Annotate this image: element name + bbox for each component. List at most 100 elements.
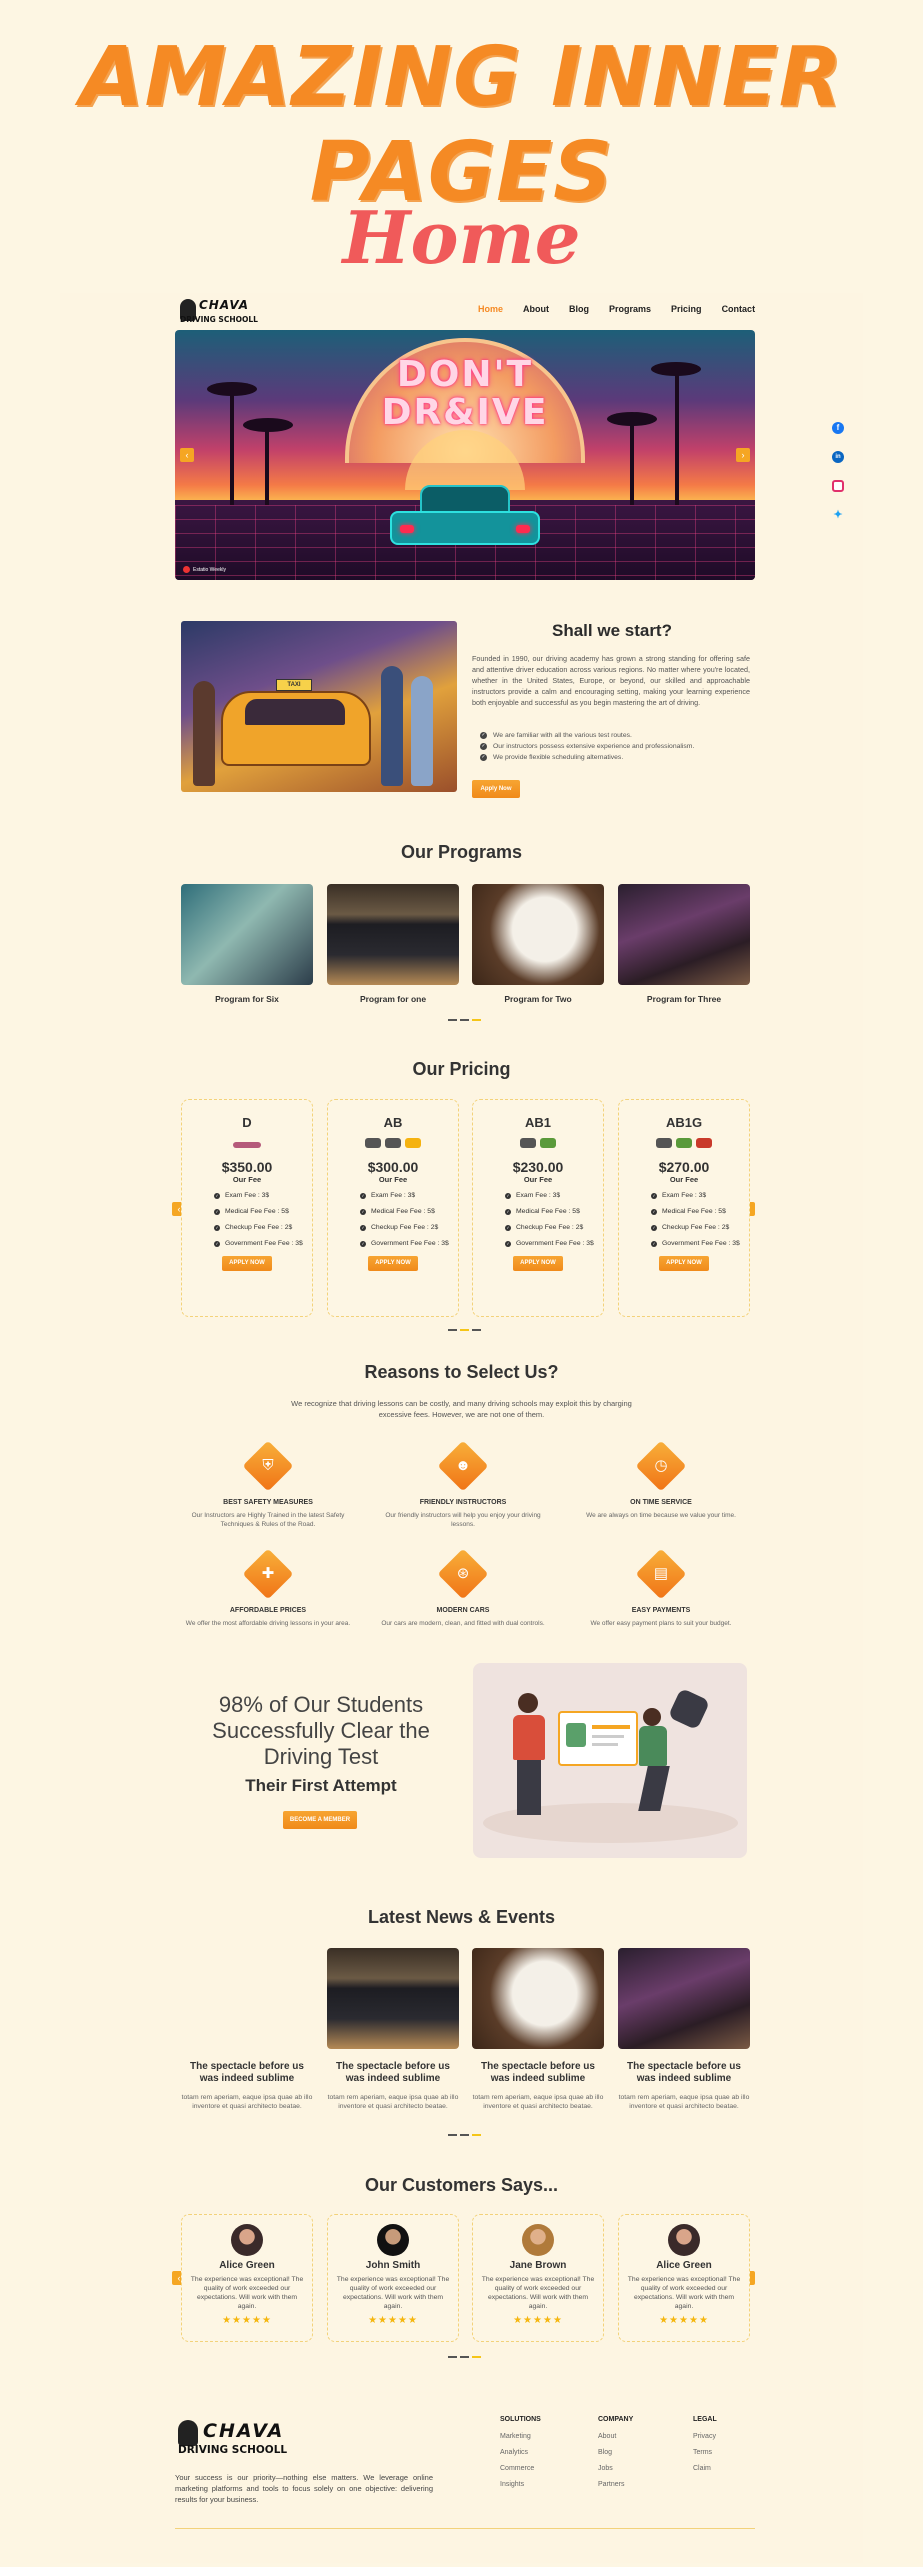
footer-column-title: SOLUTIONS [500, 2416, 541, 2423]
news-card[interactable]: The spectacle before us was indeed subli… [472, 1948, 604, 2111]
facebook-icon[interactable]: f [832, 422, 844, 434]
palm-tree [230, 390, 234, 505]
check-icon: ✓ [214, 1208, 220, 1215]
footer-logo[interactable]: CHAVA DRIVING SCHOOLL [178, 2420, 298, 2458]
program-label: Program for one [359, 994, 427, 1004]
news-image [327, 1948, 459, 2049]
vehicle-icons [182, 1138, 312, 1152]
hero-banner: DON'T DR&IVE ‹ › Estatio Weekly [175, 330, 755, 580]
footer-link[interactable]: Jobs [598, 2465, 633, 2472]
customer-name: John Smith [365, 2260, 421, 2271]
plan-items: ✓ Exam Fee : 3$ ✓ Medical Fee Fee : 5$ ✓ Ch… [214, 1192, 303, 1247]
news-image [618, 1948, 750, 2049]
apply-now-button[interactable]: Apply Now [472, 780, 520, 798]
check-icon: ✓ [360, 1208, 366, 1215]
footer-link[interactable]: Partners [598, 2481, 633, 2488]
promo-subtitle: Home [342, 195, 581, 280]
program-image [618, 884, 750, 985]
news-pagination[interactable] [448, 2134, 481, 2136]
testimonials-title: Our Customers Says... [364, 2175, 559, 2195]
footer-brand-name: CHAVA [203, 2420, 285, 2442]
nav-pricing[interactable]: Pricing [671, 304, 702, 314]
reason-title: AFFORDABLE PRICES [229, 1607, 307, 1614]
program-card[interactable]: Program for Three [618, 884, 750, 1004]
check-icon: ✓ [505, 1240, 511, 1247]
programs-title: Our Programs [400, 842, 523, 862]
nav-programs[interactable]: Programs [609, 304, 651, 314]
reason-text: We offer easy payment plans to suit your… [590, 1620, 732, 1627]
program-label: Program for Six [215, 994, 279, 1004]
plan-price: $230.00 [512, 1159, 564, 1175]
news-card[interactable]: The spectacle before us was indeed subli… [181, 1948, 313, 2111]
license-illustration [473, 1663, 747, 1858]
check-item: ✓ We provide flexible scheduling alternat… [480, 754, 624, 761]
apply-now-button[interactable]: APPLY NOW [368, 1256, 418, 1271]
nav-contact[interactable]: Contact [722, 304, 756, 314]
programs-pagination[interactable] [448, 1019, 481, 1021]
apply-now-button[interactable]: APPLY NOW [659, 1256, 709, 1271]
pricing-title: Our Pricing [412, 1059, 511, 1079]
vehicle-icons [619, 1138, 749, 1152]
reason-title: FRIENDLY INSTRUCTORS [419, 1499, 507, 1506]
key-fob-icon [667, 1687, 711, 1731]
pricing-card: AB1G $270.00 Our Fee ✓ Exam Fee : 3$ ✓ Med… [618, 1099, 750, 1317]
vehicle-icons [473, 1138, 603, 1152]
footer-link[interactable]: Blog [598, 2449, 633, 2456]
news-card[interactable]: The spectacle before us was indeed subli… [618, 1948, 750, 2111]
testimonial-text: The experience was exceptional! The qual… [481, 2276, 595, 2310]
check-icon: ✓ [480, 743, 487, 750]
footer-link[interactable]: Terms [693, 2449, 717, 2456]
hero-prev-arrow[interactable]: ‹ [180, 448, 194, 462]
driver-logo-icon [178, 2420, 198, 2446]
avatar [377, 2224, 409, 2256]
footer-text: Your success is our priority—nothing els… [175, 2473, 433, 2504]
testimonial-text: The experience was exceptional! The qual… [190, 2276, 304, 2310]
hero-next-arrow[interactable]: › [736, 448, 750, 462]
stats-subheadline: Their First Attempt [245, 1776, 397, 1795]
logo[interactable]: CHAVA DRIVING SCHOOLL [180, 297, 260, 329]
become-member-button[interactable]: BECOME A MEMBER [283, 1811, 357, 1829]
footer-link[interactable]: Commerce [500, 2465, 541, 2472]
instagram-icon[interactable] [832, 480, 844, 492]
footer-link[interactable]: Insights [500, 2481, 541, 2488]
pricing-card: AB $300.00 Our Fee ✓ Exam Fee : 3$ ✓ Medic… [327, 1099, 459, 1317]
apply-now-button[interactable]: APPLY NOW [222, 1256, 272, 1271]
check-item: ✓ Our instructors possess extensive exper… [480, 743, 695, 750]
plan-name: AB1 [524, 1115, 551, 1130]
pricing-pagination[interactable] [448, 1329, 481, 1331]
footer-column-title: LEGAL [693, 2416, 717, 2423]
check-icon: ✓ [651, 1208, 657, 1215]
plan-items: ✓ Exam Fee : 3$ ✓ Medical Fee Fee : 5$ ✓ Ch… [505, 1192, 594, 1247]
fee-label: Our Fee [669, 1175, 699, 1184]
avatar [522, 2224, 554, 2256]
program-card[interactable]: Program for Six [181, 884, 313, 1004]
nav-home[interactable]: Home [478, 304, 503, 314]
hero-credit-text: Estatio Weekly [193, 566, 226, 573]
nav-about[interactable]: About [523, 304, 549, 314]
shield-icon: ⛨ [262, 1457, 274, 1474]
reason-item: ⛨ BEST SAFETY MEASURES Our Instructors a… [178, 1440, 358, 1529]
fee-label: Our Fee [232, 1175, 262, 1184]
plan-items: ✓ Exam Fee : 3$ ✓ Medical Fee Fee : 5$ ✓ Ch… [360, 1192, 449, 1247]
clock-icon: ◷ [654, 1457, 668, 1474]
footer-link[interactable]: Claim [693, 2465, 717, 2472]
news-excerpt: totam rem aperiam, eaque ipsa quae ab il… [327, 2094, 459, 2110]
footer-link[interactable]: Marketing [500, 2433, 541, 2440]
apply-now-button[interactable]: APPLY NOW [513, 1256, 563, 1271]
reason-title: MODERN CARS [436, 1607, 490, 1614]
footer-link[interactable]: Privacy [693, 2433, 717, 2440]
program-card[interactable]: Program for Two [472, 884, 604, 1004]
reason-text: We offer the most affordable driving les… [185, 1620, 351, 1627]
twitter-icon[interactable]: ✦ [832, 509, 844, 521]
testimonial-card: Jane Brown The experience was exceptiona… [472, 2214, 604, 2342]
news-card[interactable]: The spectacle before us was indeed subli… [327, 1948, 459, 2111]
footer-link[interactable]: Analytics [500, 2449, 541, 2456]
footer-link[interactable]: About [598, 2433, 633, 2440]
linkedin-icon[interactable]: in [832, 451, 844, 463]
footer-brand-tagline: DRIVING SCHOOLL [178, 2444, 288, 2456]
testimonials-pagination[interactable] [448, 2356, 481, 2358]
news-image [472, 1948, 604, 2049]
program-card[interactable]: Program for one [327, 884, 459, 1004]
stats-headline: 98% of Our Students Successfully Clear t… [212, 1692, 430, 1769]
nav-blog[interactable]: Blog [569, 304, 589, 314]
